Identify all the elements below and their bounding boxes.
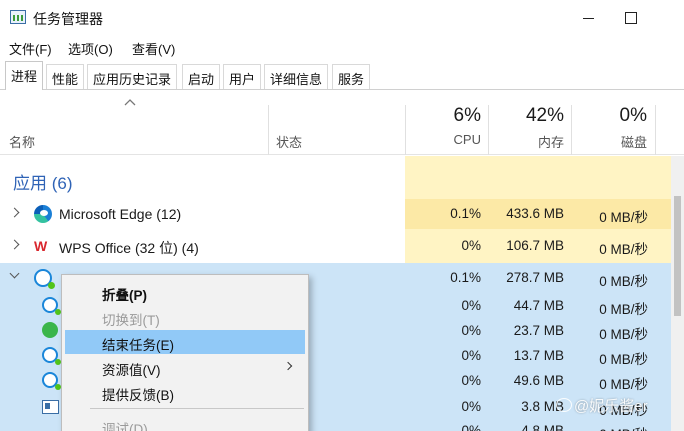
tab-app-history[interactable]: 应用历史记录 — [87, 64, 178, 89]
process-name: WPS Office (32 位) (4) — [59, 240, 199, 256]
green-app-icon — [42, 322, 58, 338]
watermark: @妮乐酱er — [574, 398, 648, 415]
tab-performance[interactable]: 性能 — [46, 64, 85, 89]
memory-value: 3.8 MB — [521, 399, 564, 414]
memory-value: 13.7 MB — [513, 348, 564, 363]
wxwork-icon — [42, 372, 61, 390]
cpu-value: 0.1% — [450, 270, 481, 285]
process-row-wps[interactable]: W WPS Office (32 位) (4) 0% 106.7 MB 0 MB… — [0, 231, 684, 261]
cpu-value: 0% — [461, 238, 481, 253]
disk-value: 0 MB/秒 — [599, 210, 648, 225]
context-menu: 折叠(P) 切换到(T) 结束任务(E) 资源值(V) 提供反馈(B) 调试(D… — [61, 274, 309, 431]
watermark-logo-icon — [556, 398, 572, 412]
wps-office-icon: W — [34, 238, 48, 254]
menu-options[interactable]: 选项(O) — [68, 39, 113, 58]
memory-value: 44.7 MB — [513, 298, 564, 313]
cpu-value: 0% — [461, 323, 481, 338]
tab-bar: 进程 性能 应用历史记录 启动 用户 详细信息 服务 — [0, 60, 684, 90]
memory-value: 433.6 MB — [506, 206, 564, 221]
cpu-value: 0% — [461, 348, 481, 363]
tab-details[interactable]: 详细信息 — [264, 64, 329, 89]
disk-value: 0 MB/秒 — [599, 352, 648, 367]
menu-view[interactable]: 查看(V) — [132, 39, 175, 58]
menu-feedback[interactable]: 提供反馈(B) — [65, 380, 305, 404]
cpu-value: 0.1% — [450, 206, 481, 221]
title-bar: 任务管理器 — [0, 0, 684, 36]
column-disk[interactable]: 磁盘 — [567, 132, 647, 151]
tab-startup[interactable]: 启动 — [182, 64, 221, 89]
menu-resource-values-label: 资源值(V) — [102, 363, 161, 378]
wxwork-icon — [42, 297, 61, 315]
tab-processes[interactable]: 进程 — [5, 61, 44, 90]
column-divider[interactable] — [268, 105, 269, 155]
menu-bar: 文件(F) 选项(O) 查看(V) — [0, 36, 684, 58]
column-name[interactable]: 名称 — [9, 132, 35, 151]
memory-value: 4.8 MB — [521, 423, 564, 431]
chevron-down-icon[interactable] — [9, 268, 20, 279]
menu-collapse[interactable]: 折叠(P) — [65, 280, 305, 304]
memory-percent[interactable]: 42% — [484, 105, 564, 127]
column-status[interactable]: 状态 — [276, 132, 302, 151]
cpu-value: 0% — [461, 423, 481, 431]
menu-end-task[interactable]: 结束任务(E) — [65, 330, 305, 354]
chevron-right-icon[interactable] — [9, 207, 20, 218]
column-header: 名称 状态 6% CPU 42% 内存 0% 磁盘 — [0, 91, 684, 155]
memory-value: 23.7 MB — [513, 323, 564, 338]
wxwork-icon — [34, 269, 55, 289]
sort-ascending-icon[interactable] — [124, 97, 136, 107]
menu-resource-values[interactable]: 资源值(V) — [65, 355, 305, 379]
menu-separator — [90, 408, 304, 409]
disk-value: 0 MB/秒 — [599, 302, 648, 317]
process-row-edge[interactable]: Microsoft Edge (12) 0.1% 433.6 MB 0 MB/秒 — [0, 199, 684, 229]
tab-services[interactable]: 服务 — [332, 64, 371, 89]
maximize-button[interactable] — [620, 0, 656, 32]
process-name: Microsoft Edge (12) — [59, 206, 182, 222]
disk-percent[interactable]: 0% — [567, 105, 647, 127]
cpu-value: 0% — [461, 373, 481, 388]
disk-value: 0 MB/秒 — [571, 423, 648, 431]
disk-value: 0 MB/秒 — [599, 377, 648, 392]
menu-debug: 调试(D) — [102, 422, 148, 431]
memory-value: 106.7 MB — [506, 238, 564, 253]
cpu-value: 0% — [461, 298, 481, 313]
scrollbar-thumb[interactable] — [674, 196, 681, 316]
disk-value: 0 MB/秒 — [599, 327, 648, 342]
cpu-value: 0% — [461, 399, 481, 414]
vertical-scrollbar[interactable] — [671, 156, 684, 431]
cpu-percent[interactable]: 6% — [401, 105, 481, 127]
minimize-button[interactable] — [570, 0, 606, 32]
disk-value: 0 MB/秒 — [599, 274, 648, 289]
column-divider[interactable] — [655, 105, 656, 155]
group-apps[interactable]: 应用 (6) — [13, 169, 73, 194]
memory-value: 278.7 MB — [506, 270, 564, 285]
chevron-right-icon[interactable] — [9, 239, 20, 250]
column-memory[interactable]: 内存 — [484, 132, 564, 151]
tab-users[interactable]: 用户 — [223, 64, 262, 89]
window-app-icon — [42, 400, 59, 414]
task-manager-icon — [10, 10, 26, 24]
menu-file[interactable]: 文件(F) — [9, 39, 52, 58]
window-title: 任务管理器 — [33, 11, 103, 27]
memory-value: 49.6 MB — [513, 373, 564, 388]
menu-switch-to: 切换到(T) — [102, 313, 160, 328]
edge-icon — [34, 205, 52, 223]
disk-value: 0 MB/秒 — [599, 242, 648, 257]
submenu-arrow-icon — [283, 361, 293, 371]
wxwork-icon — [42, 347, 61, 365]
column-cpu[interactable]: CPU — [401, 132, 481, 147]
